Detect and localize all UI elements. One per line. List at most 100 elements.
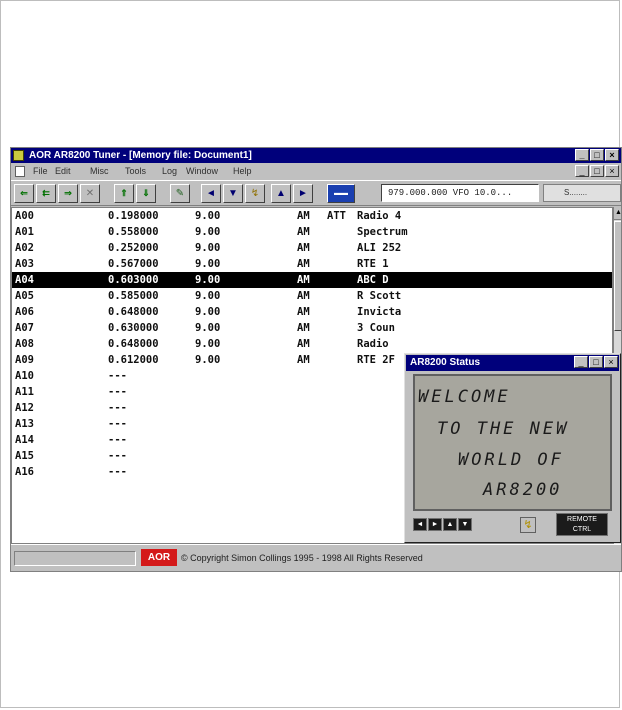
- mode-cell: AM: [297, 290, 310, 302]
- channel-cell: A04: [15, 274, 34, 286]
- right-arrow-icon[interactable]: ►: [293, 184, 313, 203]
- channel-cell: A08: [15, 338, 34, 350]
- step-cell: 9.00: [195, 354, 221, 366]
- table-row[interactable]: A05 0.585000 9.00 AM R Scott: [12, 288, 612, 304]
- mode-cell: AM: [297, 258, 310, 270]
- status-bar: AOR © Copyright Simon Collings 1995 - 19…: [11, 544, 621, 571]
- table-row[interactable]: A02 0.252000 9.00 AM ALI 252: [12, 240, 612, 256]
- name-cell: Spectrum: [357, 226, 408, 238]
- lcd-right-icon[interactable]: ►: [428, 518, 442, 531]
- download-icon[interactable]: ⇓: [136, 184, 156, 203]
- channel-cell: A03: [15, 258, 34, 270]
- channel-cell: A01: [15, 226, 34, 238]
- left-arrow-icon[interactable]: ◄: [201, 184, 221, 203]
- table-row[interactable]: A00 0.198000 9.00 AM ATT Radio 4: [12, 208, 612, 224]
- status-close-button[interactable]: ×: [604, 356, 618, 368]
- frequency-cell: 0.648000: [108, 306, 159, 318]
- down-arrow-icon[interactable]: ▼: [223, 184, 243, 203]
- tuner-window: AOR AR8200 Tuner - [Memory file: Documen…: [10, 147, 622, 572]
- frequency-cell: 0.612000: [108, 354, 159, 366]
- status-panel: [14, 551, 136, 566]
- status-maximize-button[interactable]: □: [589, 356, 603, 368]
- table-row[interactable]: A07 0.630000 9.00 AM 3 Coun: [12, 320, 612, 336]
- doc-close-button[interactable]: ×: [605, 165, 619, 177]
- name-cell: Radio: [357, 338, 389, 350]
- channel-cell: A00: [15, 210, 34, 222]
- frequency-cell: ---: [108, 370, 127, 382]
- minimize-button[interactable]: _: [575, 149, 589, 161]
- step-cell: 9.00: [195, 322, 221, 334]
- table-row[interactable]: A08 0.648000 9.00 AM Radio: [12, 336, 612, 352]
- search-combo[interactable]: S........: [543, 184, 621, 202]
- edit-pencil-icon[interactable]: ✎: [170, 184, 190, 203]
- upload-icon[interactable]: ⇑: [114, 184, 134, 203]
- channel-cell: A09: [15, 354, 34, 366]
- remote-control-button[interactable]: REMOTE CTRL: [556, 513, 608, 536]
- lcd-line-4: AR8200: [483, 480, 563, 500]
- frequency-cell: ---: [108, 386, 127, 398]
- att-cell: ATT: [327, 210, 346, 222]
- step-cell: 9.00: [195, 290, 221, 302]
- menu-misc[interactable]: Misc: [90, 163, 109, 180]
- status-minimize-button[interactable]: _: [574, 356, 588, 368]
- name-cell: ALI 252: [357, 242, 402, 254]
- window-title: AOR AR8200 Tuner - [Memory file: Documen…: [29, 150, 252, 161]
- frequency-cell: 0.585000: [108, 290, 159, 302]
- write-memory-icon[interactable]: ⇒: [58, 184, 78, 203]
- step-cell: 9.00: [195, 338, 221, 350]
- frequency-cell: ---: [108, 466, 127, 478]
- channel-cell: A06: [15, 306, 34, 318]
- name-cell: R Scott: [357, 290, 402, 302]
- frequency-cell: 0.630000: [108, 322, 159, 334]
- name-cell: Radio 4: [357, 210, 402, 222]
- table-row[interactable]: A06 0.648000 9.00 AM Invicta: [12, 304, 612, 320]
- channel-cell: A13: [15, 418, 34, 430]
- read-all-icon[interactable]: ⇇: [36, 184, 56, 203]
- table-row[interactable]: A01 0.558000 9.00 AM Spectrum: [12, 224, 612, 240]
- menu-window[interactable]: Window: [186, 163, 218, 180]
- maximize-button[interactable]: □: [590, 149, 604, 161]
- frequency-cell: ---: [108, 402, 127, 414]
- close-button[interactable]: ×: [605, 149, 619, 161]
- lcd-up-icon[interactable]: ▲: [443, 518, 457, 531]
- mode-cell: AM: [297, 226, 310, 238]
- table-row[interactable]: A03 0.567000 9.00 AM RTE 1: [12, 256, 612, 272]
- ar8200-status-window: AR8200 Status _ □ × WELCOME TO THE NEW W…: [404, 353, 621, 543]
- frequency-cell: ---: [108, 450, 127, 462]
- menu-edit[interactable]: Edit: [55, 163, 71, 180]
- channel-cell: A14: [15, 434, 34, 446]
- frequency-readout: 979.000.000 VFO 10.0...: [381, 184, 539, 202]
- title-bar[interactable]: AOR AR8200 Tuner - [Memory file: Documen…: [11, 148, 621, 163]
- doc-restore-button[interactable]: □: [590, 165, 604, 177]
- frequency-cell: ---: [108, 418, 127, 430]
- name-cell: 3 Coun: [357, 322, 395, 334]
- document-icon[interactable]: [15, 166, 25, 177]
- up-arrow-icon[interactable]: ▲: [271, 184, 291, 203]
- frequency-cell: 0.198000: [108, 210, 159, 222]
- read-memory-icon[interactable]: ⇐: [14, 184, 34, 203]
- scroll-up-icon[interactable]: ▲: [614, 207, 621, 220]
- status-lightning-icon[interactable]: ↯: [520, 517, 536, 533]
- channel-cell: A12: [15, 402, 34, 414]
- channel-cell: A05: [15, 290, 34, 302]
- app-icon[interactable]: [13, 150, 24, 161]
- menu-tools[interactable]: Tools: [125, 163, 146, 180]
- doc-minimize-button[interactable]: _: [575, 165, 589, 177]
- menu-help[interactable]: Help: [233, 163, 252, 180]
- erase-icon[interactable]: ✕: [80, 184, 100, 203]
- lcd-left-icon[interactable]: ◄: [413, 518, 427, 531]
- lcd-down-icon[interactable]: ▼: [458, 518, 472, 531]
- frequency-cell: 0.648000: [108, 338, 159, 350]
- lightning-icon[interactable]: ↯: [245, 184, 265, 203]
- spectrum-icon[interactable]: ▬▬: [327, 184, 355, 203]
- lcd-line-3: WORLD OF: [458, 450, 564, 470]
- mode-cell: AM: [297, 274, 310, 286]
- name-cell: RTE 1: [357, 258, 389, 270]
- menu-file[interactable]: File: [33, 163, 48, 180]
- table-row[interactable]: A04 0.603000 9.00 AM ABC D: [12, 272, 612, 288]
- channel-cell: A11: [15, 386, 34, 398]
- scroll-thumb[interactable]: [614, 221, 621, 331]
- frequency-cell: 0.603000: [108, 274, 159, 286]
- lcd-line-1: WELCOME: [418, 387, 511, 407]
- menu-log[interactable]: Log: [162, 163, 177, 180]
